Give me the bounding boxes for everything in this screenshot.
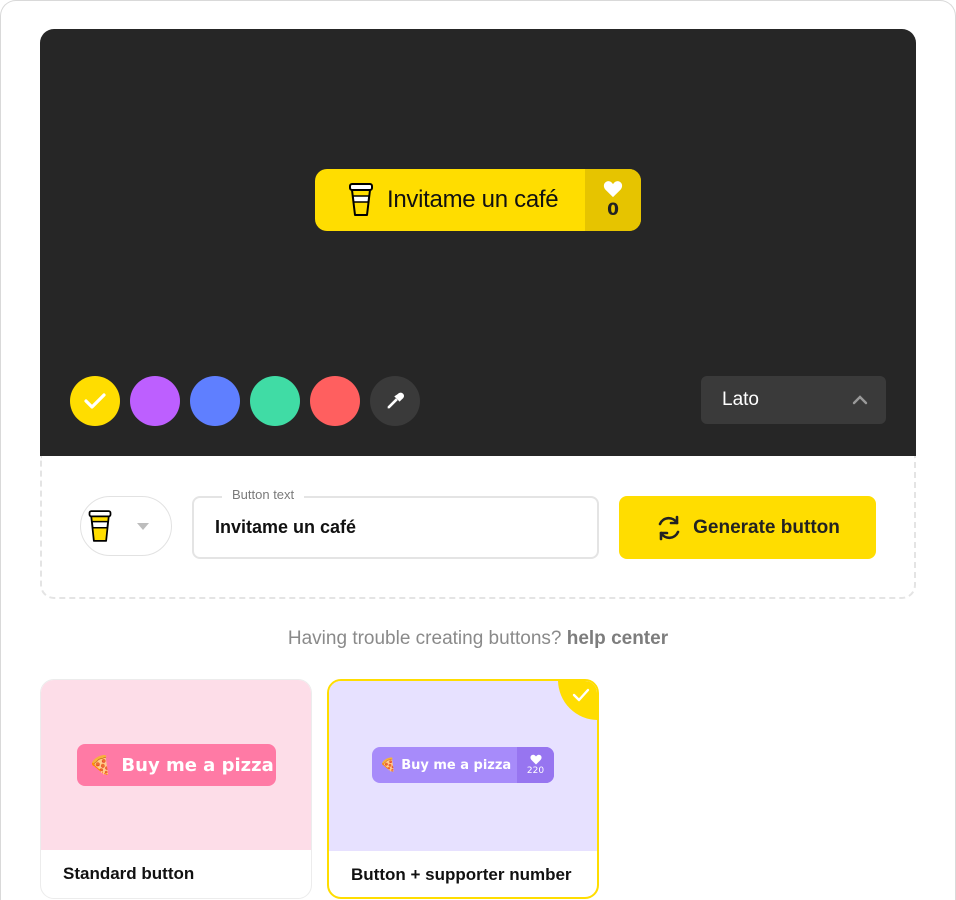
caret-down-icon: [137, 522, 149, 530]
style-card-preview: 🍕 Buy me a pizza: [41, 680, 311, 850]
help-center-link[interactable]: help center: [567, 628, 668, 649]
refresh-icon: [658, 515, 680, 540]
pizza-icon: 🍕: [380, 757, 397, 773]
like-count: 0: [607, 200, 619, 220]
coffee-cup-icon: [88, 510, 112, 542]
help-prefix: Having trouble creating buttons?: [287, 628, 562, 649]
style-card-caption: Button + supporter number: [351, 865, 572, 884]
like-counter: 0: [585, 169, 641, 231]
generate-button-label: Generate button: [693, 516, 840, 538]
button-preview-area: Invitame un café 0 Lato: [40, 29, 916, 456]
style-card-preview: 🍕 Buy me a pizza 220: [329, 681, 597, 851]
button-text-input[interactable]: Invitame un café: [215, 517, 356, 538]
chevron-up-icon: [852, 395, 868, 405]
color-swatch-yellow[interactable]: [70, 376, 120, 426]
color-swatch-green[interactable]: [250, 376, 300, 426]
pizza-icon: 🍕: [89, 754, 112, 776]
heart-icon: [603, 181, 623, 198]
coffee-cup-icon: [349, 183, 373, 216]
style-card-caption: Standard button: [63, 864, 195, 883]
font-select[interactable]: Lato: [701, 376, 886, 424]
color-swatch-blue[interactable]: [190, 376, 240, 426]
style-card-standard[interactable]: 🍕 Buy me a pizza Standard button: [40, 679, 312, 899]
button-text-field[interactable]: Button text Invitame un café: [192, 487, 599, 559]
custom-color-picker[interactable]: [370, 376, 420, 426]
sample-button-text: Buy me a pizza: [121, 754, 274, 776]
help-text: Having trouble creating buttons? help ce…: [0, 628, 956, 650]
sample-button-text: Buy me a pizza: [401, 757, 512, 773]
generate-button[interactable]: Generate button: [619, 496, 876, 559]
eyedropper-icon: [387, 392, 405, 409]
font-select-value: Lato: [722, 389, 759, 410]
heart-icon: [529, 754, 542, 765]
check-icon: [572, 688, 590, 702]
color-swatch-purple[interactable]: [130, 376, 180, 426]
style-card-supporter-number[interactable]: 🍕 Buy me a pizza 220 Button + supporter …: [327, 679, 599, 899]
color-swatch-red[interactable]: [310, 376, 360, 426]
emoji-picker[interactable]: [80, 496, 172, 556]
check-icon: [84, 393, 106, 409]
preview-button-text: Invitame un café: [387, 186, 559, 213]
button-text-label: Button text: [222, 487, 305, 502]
sample-like-counter: 220: [517, 747, 554, 783]
sample-pizza-button: 🍕 Buy me a pizza: [77, 744, 276, 786]
preview-button[interactable]: Invitame un café 0: [315, 169, 641, 231]
sample-pizza-button: 🍕 Buy me a pizza 220: [372, 747, 554, 783]
sample-like-count: 220: [526, 766, 545, 776]
